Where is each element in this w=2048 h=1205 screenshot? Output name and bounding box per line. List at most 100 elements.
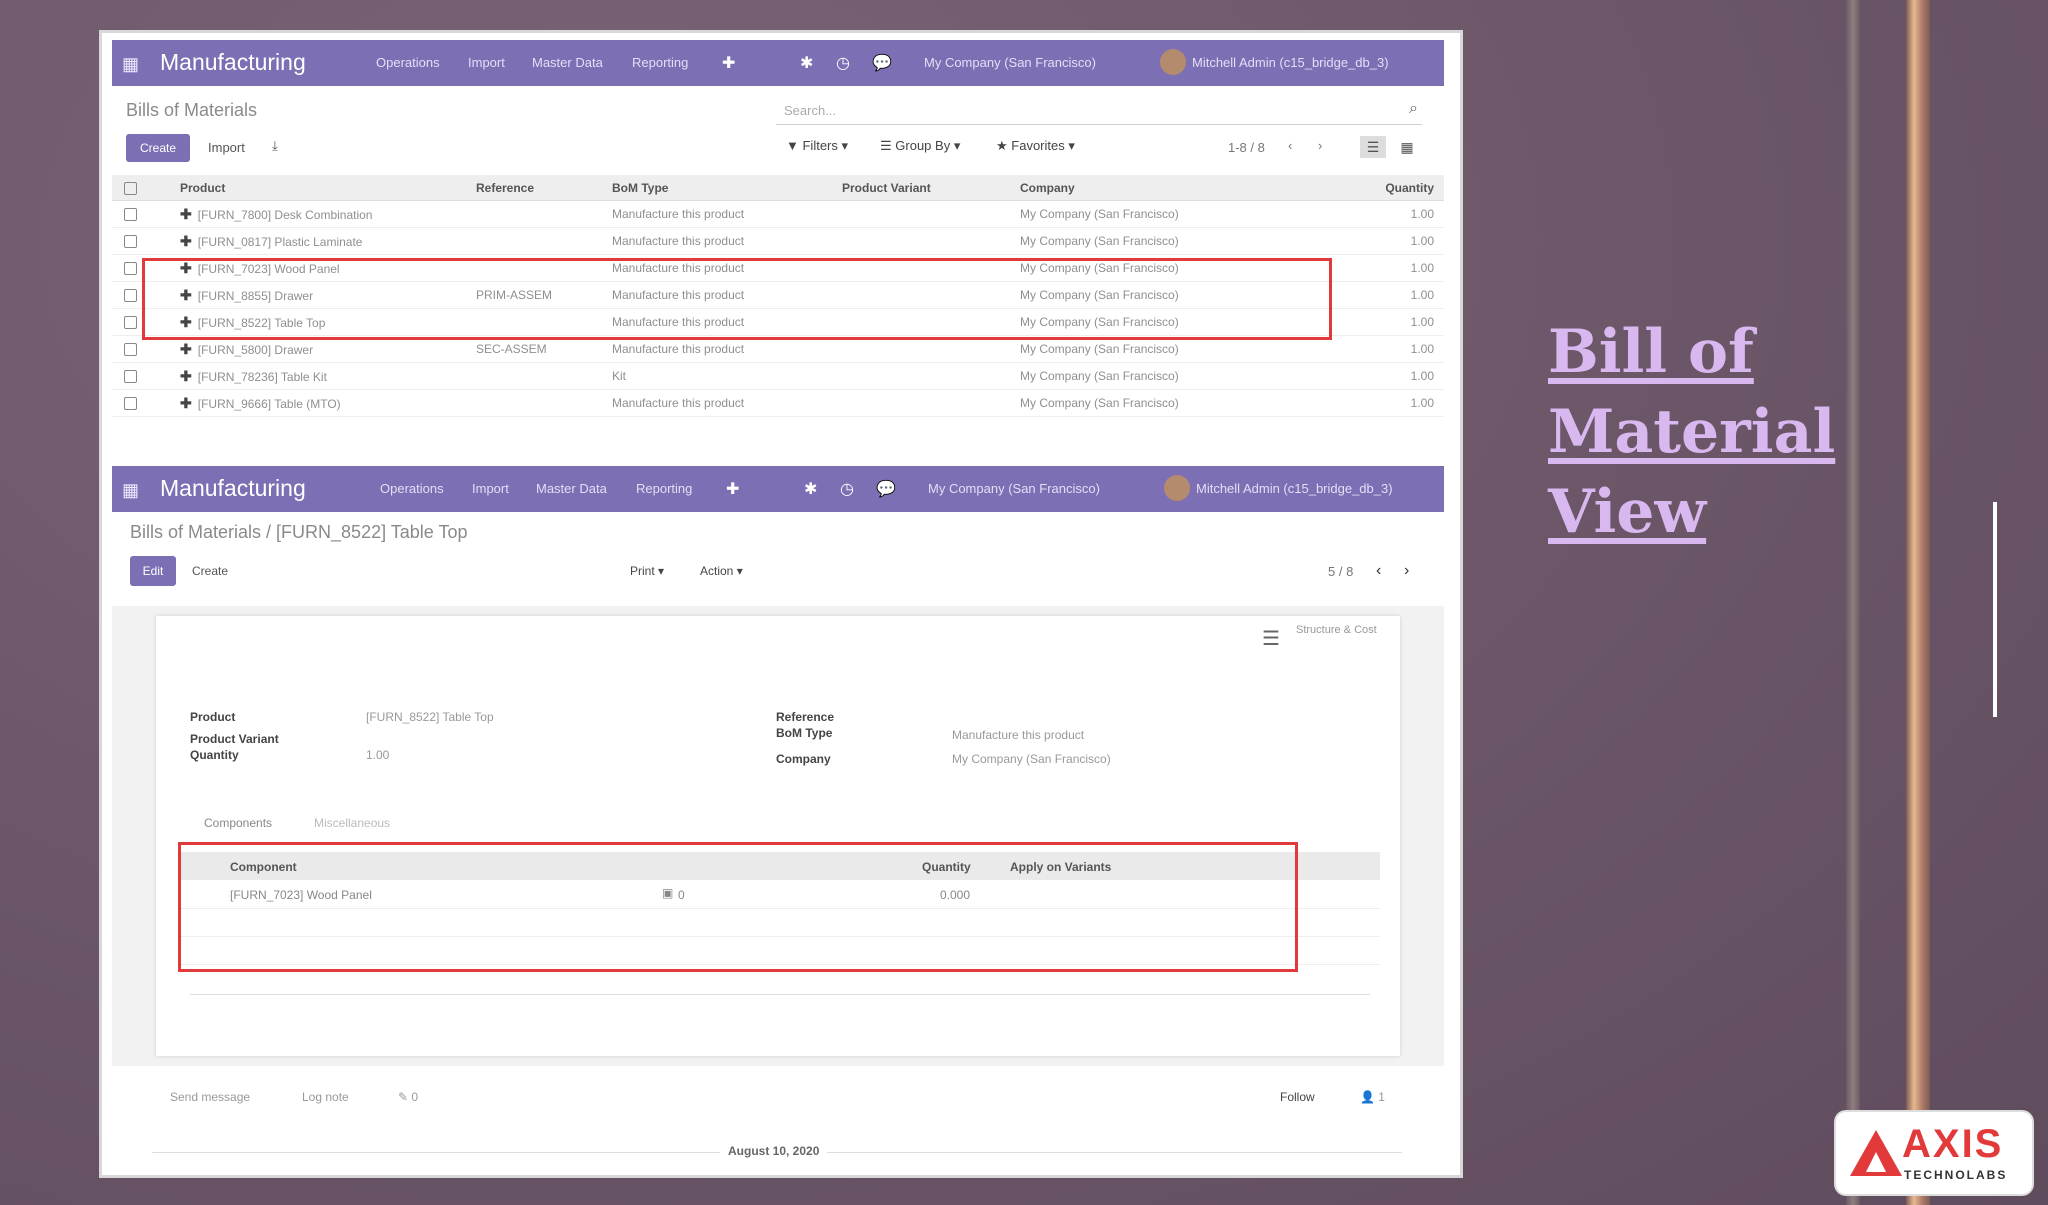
pager-prev-icon[interactable]: ‹ [1376,562,1381,580]
expand-icon[interactable]: ✚ [180,206,192,222]
expand-icon[interactable]: ✚ [180,395,192,411]
cell-qty: 1.00 [1340,389,1444,417]
bomtype-field[interactable]: Manufacture this product [952,728,1084,742]
breadcrumb[interactable]: Bills of Materials / [FURN_8522] Table T… [130,522,468,543]
col-reference[interactable]: Reference [476,175,612,201]
menu-import[interactable]: Import [468,55,505,70]
expand-icon[interactable]: ✚ [180,341,192,357]
apps-menu-icon[interactable]: ▦ [122,480,139,501]
search-icon[interactable]: ⌕ [1409,100,1418,118]
cell-product: [FURN_5800] Drawer [197,342,314,357]
menu-master-data[interactable]: Master Data [532,55,603,70]
plus-icon[interactable]: ✚ [722,53,735,73]
plus-icon[interactable]: ✚ [726,479,739,499]
attachment-button[interactable]: ✎ 0 [398,1090,418,1104]
col-company[interactable]: Company [1020,175,1340,201]
cell-type: Manufacture this product [612,389,842,417]
search-placeholder: Search... [784,103,837,118]
menu-reporting[interactable]: Reporting [632,55,688,70]
company-switcher[interactable]: My Company (San Francisco) [928,481,1100,496]
checkbox[interactable] [124,235,137,249]
tab-miscellaneous[interactable]: Miscellaneous [314,816,390,830]
chat-icon[interactable]: 💬 [876,479,896,499]
select-all[interactable] [112,175,180,201]
quantity-label: Quantity [190,748,239,762]
print-button[interactable]: Print ▾ [630,564,664,578]
filters-button[interactable]: ▼ Filters ▾ [786,138,848,154]
user-menu[interactable]: Mitchell Admin (c15_bridge_db_3) [1192,55,1389,70]
company-switcher[interactable]: My Company (San Francisco) [924,55,1096,70]
kanban-view-icon[interactable]: ▦ [1394,136,1420,158]
search-input[interactable]: Search... ⌕ [776,98,1422,125]
top-navbar: ▦ Manufacturing Operations Import Master… [112,40,1444,86]
edit-button[interactable]: Edit [130,556,176,586]
tab-components[interactable]: Components [204,816,272,830]
bug-icon[interactable]: ✱ [800,53,813,73]
pager-value[interactable]: 5 / 8 [1328,564,1353,579]
action-label: Action [700,564,734,578]
app-name[interactable]: Manufacturing [160,475,306,502]
groupby-button[interactable]: ☰ Group By ▾ [880,138,960,154]
pager-next-icon[interactable]: › [1404,562,1409,580]
cell-product: [FURN_0817] Plastic Laminate [197,234,363,249]
menu-reporting[interactable]: Reporting [636,481,692,496]
checkbox[interactable] [124,181,137,195]
log-note-button[interactable]: Log note [302,1090,349,1104]
clock-icon[interactable]: ◷ [840,479,854,499]
menu-operations[interactable]: Operations [376,55,440,70]
table-row[interactable]: ✚ [FURN_78236] Table Kit Kit My Company (… [112,362,1444,390]
pager-value[interactable]: 1-8 / 8 [1228,140,1265,155]
menu-master-data[interactable]: Master Data [536,481,607,496]
title-line: Material [1548,397,1836,467]
create-button[interactable]: Create [192,564,228,578]
checkbox[interactable] [124,316,137,330]
expand-icon[interactable]: ✚ [180,233,192,249]
send-message-button[interactable]: Send message [170,1090,250,1104]
checkbox[interactable] [124,370,137,384]
list-view-icon[interactable]: ☰ [1360,136,1386,158]
expand-icon[interactable]: ✚ [180,368,192,384]
col-product[interactable]: Product [180,175,476,201]
checkbox[interactable] [124,262,137,276]
apps-menu-icon[interactable]: ▦ [122,54,139,75]
avatar[interactable] [1164,475,1190,501]
chat-icon[interactable]: 💬 [872,53,892,73]
create-button[interactable]: Create [126,134,190,162]
avatar[interactable] [1160,49,1186,75]
logo-triangle-inner [1866,1152,1886,1172]
bug-icon[interactable]: ✱ [804,479,817,499]
col-quantity[interactable]: Quantity [1340,175,1444,201]
checkbox[interactable] [124,208,137,222]
col-bom-type[interactable]: BoM Type [612,175,842,201]
cell-product: [FURN_9666] Table (MTO) [197,396,341,411]
user-menu[interactable]: Mitchell Admin (c15_bridge_db_3) [1196,481,1393,496]
table-row[interactable]: ✚ [FURN_0817] Plastic Laminate Manufactur… [112,227,1444,255]
structure-cost-button[interactable]: Structure & Cost [1296,624,1380,636]
pager-prev-icon[interactable]: ‹ [1288,138,1292,153]
bom-form-screenshot: ▦ Manufacturing Operations Import Master… [112,466,1444,1172]
followers-button[interactable]: 👤 1 [1360,1090,1385,1104]
app-name[interactable]: Manufacturing [160,49,306,76]
cell-qty: 1.00 [1340,254,1444,282]
company-field[interactable]: My Company (San Francisco) [952,752,1111,766]
checkbox[interactable] [124,289,137,303]
table-row[interactable]: ✚ [FURN_7800] Desk Combination Manufactur… [112,200,1444,228]
product-field[interactable]: [FURN_8522] Table Top [366,710,494,724]
download-icon[interactable]: ⤓ [272,138,278,154]
table-row[interactable]: ✚ [FURN_9666] Table (MTO) Manufacture thi… [112,389,1444,417]
clock-icon[interactable]: ◷ [836,53,850,73]
checkbox[interactable] [124,343,137,357]
menu-operations[interactable]: Operations [380,481,444,496]
action-button[interactable]: Action ▾ [700,564,743,578]
cell-product: [FURN_78236] Table Kit [197,369,327,384]
title-line: View [1548,477,1707,547]
favorites-button[interactable]: ★ Favorites ▾ [996,138,1075,154]
quantity-field[interactable]: 1.00 [366,748,389,762]
menu-import[interactable]: Import [472,481,509,496]
pager-next-icon[interactable]: › [1318,138,1322,153]
checkbox[interactable] [124,397,137,411]
import-button[interactable]: Import [208,140,245,155]
follow-button[interactable]: Follow [1280,1090,1315,1104]
col-variant[interactable]: Product Variant [842,175,1020,201]
structure-icon[interactable]: ☰ [1262,626,1280,651]
